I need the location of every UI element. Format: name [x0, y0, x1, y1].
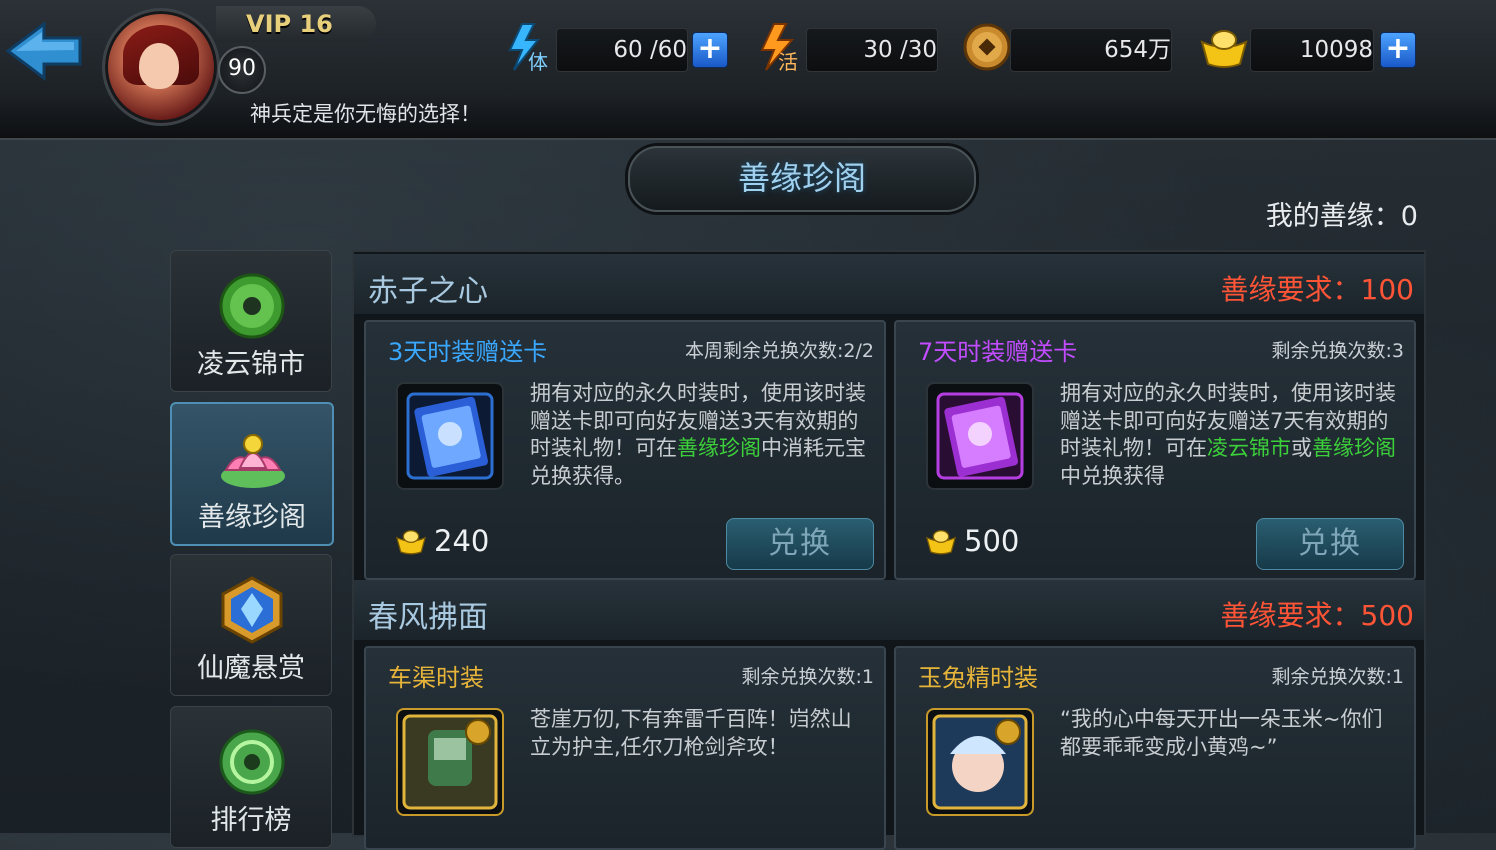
price-value: 500: [964, 524, 1020, 558]
desc-highlight: 善缘珍阁: [1312, 436, 1396, 460]
coins-value: 654万: [1104, 37, 1171, 63]
section-header: 春风拂面 善缘要求：500: [354, 580, 1424, 640]
exchange-button[interactable]: 兑换: [726, 518, 874, 570]
blue-gift-card-icon[interactable]: [396, 382, 504, 490]
exchange-card: 7天时装赠送卡 剩余兑换次数:3 拥有对应的永久时装时，使用该时装赠送卡即可向好…: [894, 320, 1416, 580]
card-title: 车渠时装: [388, 664, 484, 692]
vitality-box: 30 /30: [806, 28, 938, 72]
sidebar-item-bounty[interactable]: 仙魔悬赏: [170, 554, 332, 696]
exchange-limit: 剩余兑换次数:3: [1271, 340, 1405, 362]
page-title: 善缘珍阁: [737, 159, 866, 197]
card-description: 拥有对应的永久时装时，使用该时装赠送卡即可向好友赠送7天有效期的时装礼物！可在凌…: [1060, 380, 1400, 490]
my-points: 我的善缘：0: [1265, 201, 1418, 232]
copper-coin-icon: [962, 22, 1012, 72]
add-stamina-button[interactable]: +: [692, 32, 728, 68]
player-avatar[interactable]: [102, 8, 220, 126]
card-title: 玉兔精时装: [918, 664, 1038, 692]
vip-badge[interactable]: VIP 16: [216, 6, 376, 42]
card-title: 3天时装赠送卡: [388, 338, 548, 366]
lotus-icon: [218, 424, 288, 494]
back-arrow-icon[interactable]: [4, 16, 84, 86]
sidebar-item-leaderboard[interactable]: 排行榜: [170, 706, 332, 848]
exchange-card: 车渠时装 剩余兑换次数:1 苍崖万仞,下有奔雷千百阵！岿然山立为护主,任尔刀枪剑…: [364, 646, 886, 850]
price: 240: [392, 524, 489, 564]
vitality-value: 30 /30: [863, 37, 937, 63]
desc-text: 或: [1291, 436, 1312, 460]
exchange-card: 3天时装赠送卡 本周剩余兑换次数:2/2 拥有对应的永久时装时，使用该时装赠送卡…: [364, 320, 886, 580]
desc-text: 中兑换获得: [1060, 463, 1165, 488]
card-description: 苍崖万仞,下有奔雷千百阵！岿然山立为护主,任尔刀枪剑斧攻！: [530, 707, 852, 759]
sidebar: 凌云锦市 善缘珍阁 仙魔悬赏 排行榜: [166, 250, 336, 848]
card-description: “我的心中每天开出一朵玉米~你们都要乖乖变成小黄鸡~”: [1060, 707, 1383, 759]
exchange-card: 玉兔精时装 剩余兑换次数:1 “我的心中每天开出一朵玉米~你们都要乖乖变成小黄鸡…: [894, 646, 1416, 850]
stamina-value: 60 /60: [613, 37, 687, 63]
sidebar-item-label: 排行榜: [210, 805, 292, 836]
stamina-box: 60 /60: [556, 28, 688, 72]
card-description: 拥有对应的永久时装时，使用该时装赠送卡即可向好友赠送3天有效期的时装礼物！可在善…: [530, 380, 870, 490]
exchange-button[interactable]: 兑换: [1256, 518, 1404, 570]
card-title: 7天时装赠送卡: [918, 338, 1078, 366]
scrolling-announcement: 神兵定是你无悔的选择！: [250, 102, 481, 126]
ingots-box: 10098: [1250, 28, 1374, 72]
gold-ingot-icon: [1198, 22, 1248, 72]
purple-gift-card-icon[interactable]: [926, 382, 1034, 490]
section-requirement: 善缘要求：100: [1220, 273, 1414, 306]
price-value: 240: [434, 524, 490, 558]
crystal-badge-icon: [217, 575, 287, 645]
gold-ingot-icon: [922, 525, 960, 564]
exchange-limit: 剩余兑换次数:1: [1271, 666, 1405, 688]
desc-highlight: 善缘珍阁: [677, 436, 761, 460]
player-level: 90: [218, 46, 266, 94]
jade-rabbit-costume-icon[interactable]: [926, 708, 1034, 816]
price: 500: [922, 524, 1019, 564]
coins-box: 654万: [1010, 28, 1172, 72]
section-title: 春风拂面: [368, 600, 488, 635]
sidebar-item-market[interactable]: 凌云锦市: [170, 250, 332, 392]
gold-ingot-icon: [392, 525, 430, 564]
exchange-limit: 本周剩余兑换次数:2/2: [685, 340, 874, 362]
exchange-limit: 剩余兑换次数:1: [741, 666, 875, 688]
jade-coin-icon: [217, 271, 287, 341]
page-title-plate: 善缘珍阁: [628, 146, 976, 212]
exchange-panel: 赤子之心 善缘要求：100 3天时装赠送卡 本周剩余兑换次数:2/2 拥有对应的…: [352, 250, 1426, 850]
jade-medal-icon: [217, 727, 287, 797]
section-title: 赤子之心: [368, 274, 488, 309]
section-header: 赤子之心 善缘要求：100: [354, 254, 1424, 314]
section-requirement: 善缘要求：500: [1220, 599, 1414, 632]
sidebar-item-treasure-pavilion[interactable]: 善缘珍阁: [170, 402, 334, 546]
sidebar-item-label: 善缘珍阁: [198, 502, 306, 533]
desc-highlight: 凌云锦市: [1207, 436, 1291, 460]
vitality-tag: 活: [778, 50, 798, 74]
ingots-value: 10098: [1299, 37, 1373, 63]
sidebar-item-label: 仙魔悬赏: [197, 653, 305, 684]
add-ingots-button[interactable]: +: [1380, 32, 1416, 68]
sidebar-item-label: 凌云锦市: [197, 349, 305, 380]
armored-warrior-costume-icon[interactable]: [396, 708, 504, 816]
stamina-tag: 体: [528, 50, 548, 74]
